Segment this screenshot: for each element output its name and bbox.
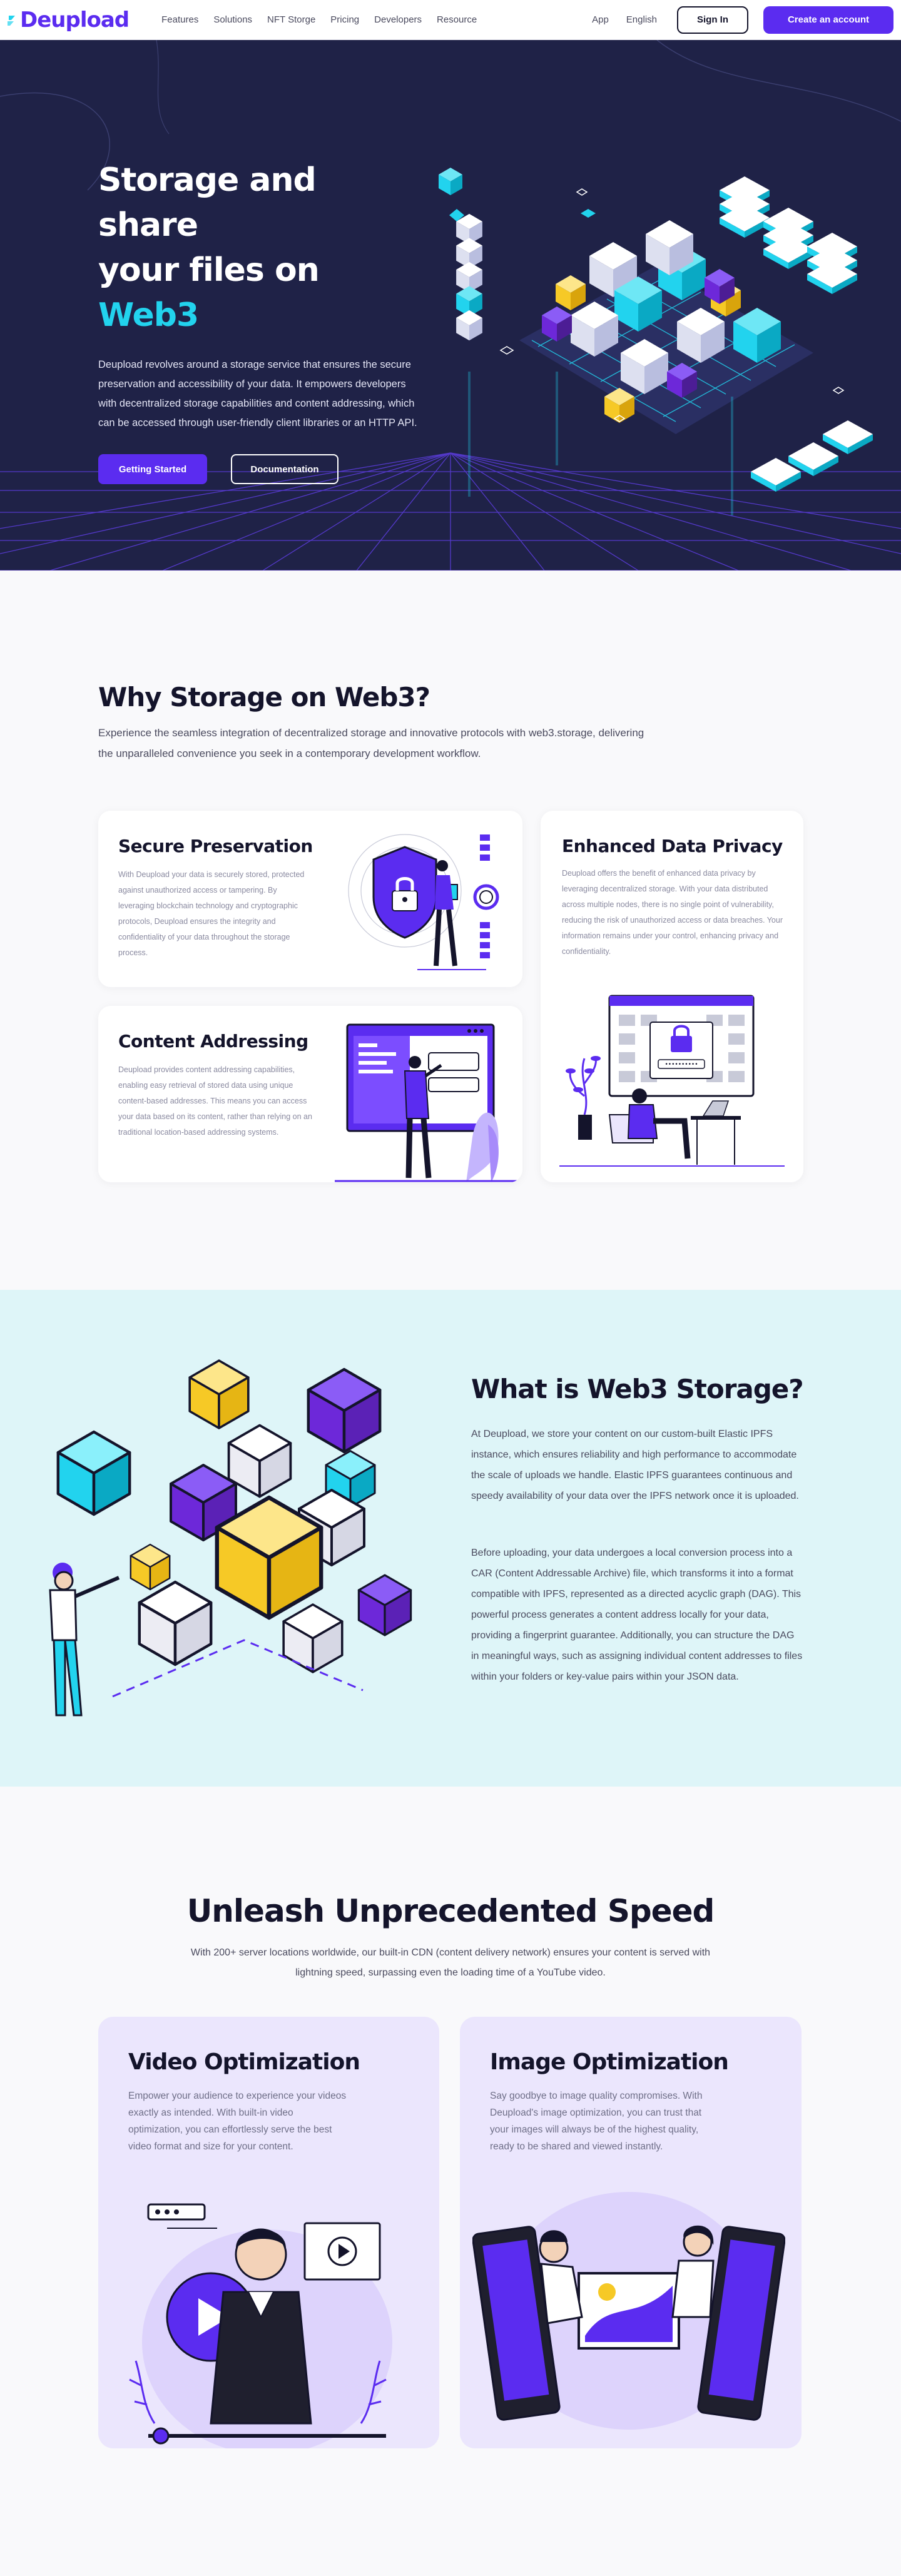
getting-started-button[interactable]: Getting Started [98,454,207,484]
sign-in-button[interactable]: Sign In [677,6,748,34]
hero-title-line1: Storage and share [98,161,317,244]
nav-link-pricing[interactable]: Pricing [323,14,367,25]
video-optimization-card: Video Optimization Empower your audience… [98,2017,439,2448]
nav-link-solutions[interactable]: Solutions [206,14,260,25]
logo[interactable]: Deupload [8,7,130,33]
nav-link-features[interactable]: Features [154,14,206,25]
feature-card-secure-preservation: Secure Preservation With Deupload your d… [98,811,522,987]
language-selector[interactable]: English [618,14,666,25]
card-title: Video Optimization [128,2049,360,2075]
card-text: Empower your audience to experience your… [128,2091,347,2152]
login-password-dots: •••••••••• [664,1062,698,1068]
nav-actions: App English Sign In Create an account [583,6,893,34]
logo-text: Deupload [20,7,130,33]
hero-title-accent: Web3 [98,297,199,334]
section-subtitle: With 200+ server locations worldwide, ou… [190,1947,711,1978]
video-player-illustration [129,2203,392,2448]
top-navigation: Deupload Features Solutions NFT Storge P… [0,0,901,40]
feature-card-enhanced-privacy: Enhanced Data Privacy Deupload offers th… [541,811,803,1182]
data-privacy-illustration: •••••••••• [559,995,785,1167]
paragraph-1: At Deupload, we store your content on ou… [471,1429,799,1501]
paragraph-2: Before uploading, your data undergoes a … [471,1548,803,1682]
card-title: Image Optimization [490,2049,729,2075]
section-title: Unleash Unprecedented Speed [186,1893,715,1929]
card-title: Content Addressing [118,1031,308,1052]
browser-developer-illustration [335,1023,522,1182]
card-text: Say goodbye to image quality compromises… [490,2091,703,2152]
hero-title-line2: your files on [98,251,320,289]
hero-section: Storage and share your files on Web3 Deu… [0,40,901,570]
why-storage-section: Why Storage on Web3? Experience the seam… [0,570,901,1290]
main-menu: Features Solutions NFT Storge Pricing De… [154,14,484,25]
card-text: Deupload offers the benefit of enhanced … [562,869,783,956]
create-account-button[interactable]: Create an account [763,6,893,34]
documentation-button[interactable]: Documentation [231,454,339,484]
card-text: Deupload provides content addressing cap… [118,1065,312,1137]
hero-content: Storage and share your files on Web3 Deu… [98,158,424,484]
image-sharing-illustration [472,2192,785,2430]
card-text: With Deupload your data is securely stor… [118,870,305,957]
what-is-web3-storage-section: What is Web3 Storage? At Deupload, we st… [0,1290,901,1787]
card-title: Enhanced Data Privacy [562,836,783,856]
nav-link-developers[interactable]: Developers [367,14,429,25]
nav-link-resource[interactable]: Resource [429,14,484,25]
isometric-storage-illustration [439,168,873,515]
logo-icon [8,15,15,26]
image-optimization-card: Image Optimization Say goodbye to image … [460,2017,802,2448]
nav-link-app[interactable]: App [583,14,618,25]
section-subtitle: Experience the seamless integration of d… [98,727,644,759]
section-title: What is Web3 Storage? [471,1374,804,1404]
shield-lock-illustration [348,834,499,970]
nav-link-nft-storage[interactable]: NFT Storge [260,14,323,25]
section-title: Why Storage on Web3? [98,682,430,712]
feature-card-content-addressing: Content Addressing Deupload provides con… [98,1006,522,1182]
hero-description: Deupload revolves around a storage servi… [98,359,417,428]
hero-title: Storage and share your files on Web3 [98,158,424,338]
hero-actions: Getting Started Documentation [98,454,424,484]
card-title: Secure Preservation [118,836,313,856]
cubes-person-illustration [49,1359,412,1716]
unprecedented-speed-section: Unleash Unprecedented Speed With 200+ se… [0,1787,901,2576]
